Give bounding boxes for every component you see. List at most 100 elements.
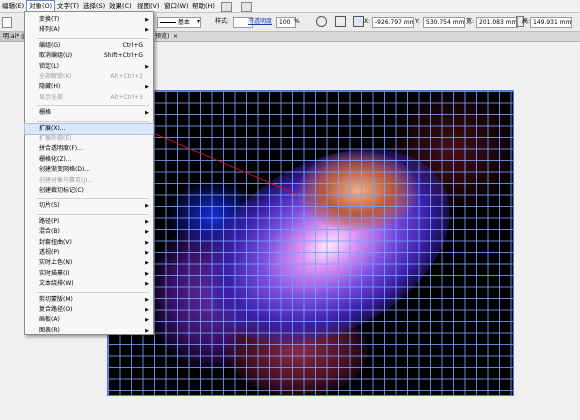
artwork-mosaic[interactable]: [107, 90, 514, 396]
object-menu-item[interactable]: 变换(T) ▶: [25, 15, 153, 25]
menu-item-label: 创建裁切标记(C): [39, 187, 84, 194]
menu-select[interactable]: 选择(S): [81, 1, 107, 11]
object-menu-item[interactable]: 封套扭曲(V) ▶: [25, 238, 153, 248]
menu-type[interactable]: 文字(T): [55, 1, 81, 11]
submenu-arrow-icon: ▶: [145, 203, 149, 210]
object-menu-item[interactable]: 图表(R) ▶: [25, 326, 153, 336]
menu-edit[interactable]: 编辑(E): [0, 1, 26, 11]
object-menu-item[interactable]: 栅格 ▶: [25, 108, 153, 118]
object-menu-item[interactable]: 混合(B) ▶: [25, 227, 153, 237]
object-menu-item[interactable]: 编组(G) Ctrl+G: [25, 41, 153, 51]
y-label: Y:: [415, 18, 420, 25]
menu-window[interactable]: 窗口(W): [162, 1, 191, 11]
submenu-arrow-icon: ▶: [145, 63, 149, 70]
object-menu-dropdown: 变换(T) ▶ 排列(A) ▶ 编组(G) Ctrl+G 取消编组(U) Shift+Ctrl…: [24, 11, 154, 335]
submenu-arrow-icon: ▶: [145, 17, 149, 23]
stroke-dropdown-icon[interactable]: ▾: [197, 17, 200, 27]
submenu-arrow-icon: ▶: [145, 307, 149, 313]
object-menu-item[interactable]: 取消编组(U) Shift+Ctrl+G: [25, 51, 153, 61]
stroke-style-label: 基本: [177, 19, 190, 26]
submenu-arrow-icon: ▶: [145, 229, 149, 236]
menu-item-label: 排列(A): [39, 26, 60, 34]
menu-item-label: 切片(S): [39, 202, 60, 210]
submenu-arrow-icon: ▶: [145, 260, 149, 267]
menu-item-label: 扩展(X)...: [39, 124, 66, 132]
submenu-arrow-icon: ▶: [145, 250, 149, 256]
menu-item-shortcut: Alt+Ctrl+2: [110, 73, 143, 80]
object-menu-item[interactable]: 画板(A) ▶: [25, 315, 153, 325]
style-label: 样式:: [215, 18, 230, 25]
object-menu-item[interactable]: 栅格化(Z)...: [25, 155, 153, 165]
menu-item-label: 锁定(L): [39, 62, 60, 70]
menu-item-label: 创建渐变网格(D)...: [39, 166, 91, 174]
submenu-arrow-icon: ▶: [145, 270, 149, 277]
menu-item-label: 剪切蒙版(M): [39, 295, 73, 303]
menu-item-label: 复合路径(O): [39, 306, 73, 313]
recolor-icon[interactable]: [316, 16, 327, 27]
close-tab-icon[interactable]: ×: [170, 32, 182, 41]
opacity-input[interactable]: 100: [276, 17, 296, 28]
object-menu-item[interactable]: 路径(P) ▶: [25, 217, 153, 227]
x-input[interactable]: -926.797 mm: [372, 17, 414, 28]
menu-item-label: 编组(G): [39, 41, 61, 49]
object-menu-item[interactable]: 隐藏(H) ▶: [25, 82, 153, 92]
object-menu-item[interactable]: 创建渐变网格(D)...: [25, 165, 153, 175]
stroke-line-icon: [160, 22, 176, 23]
h-label: 高:: [522, 18, 531, 25]
w-input[interactable]: 201.083 mm: [476, 17, 518, 28]
menu-separator: [37, 105, 149, 107]
menu-effect[interactable]: 效果(C): [107, 1, 134, 11]
x-label: X:: [364, 18, 371, 25]
object-menu-item[interactable]: 透视(P) ▶: [25, 248, 153, 258]
orange-glow: [298, 151, 418, 231]
stroke-profile-select[interactable]: 基本: [157, 17, 201, 28]
submenu-arrow-icon: ▶: [145, 281, 149, 288]
object-menu-item[interactable]: 文本绕排(W) ▶: [25, 279, 153, 289]
menu-item-label: 栅格化(Z)...: [39, 155, 72, 163]
object-menu-item: 创建对象马赛克(J)...: [25, 176, 153, 186]
menu-help[interactable]: 帮助(H): [190, 1, 217, 11]
menu-item-label: 画板(A): [39, 316, 60, 324]
menu-item-shortcut: Ctrl+G: [122, 41, 143, 49]
menu-item-label: 路径(P): [39, 217, 60, 225]
opacity-link[interactable]: 不透明度: [248, 17, 272, 27]
transform-reference-icon[interactable]: [353, 16, 364, 27]
object-menu-item[interactable]: 创建裁切标记(C): [25, 186, 153, 196]
menu-item-label: 封套扭曲(V): [39, 238, 72, 246]
menu-item-label: 透视(P): [39, 249, 60, 256]
menu-item-label: 混合(B): [39, 228, 60, 236]
menu-item-label: 实时上色(N): [39, 259, 73, 267]
submenu-arrow-icon: ▶: [145, 110, 149, 117]
menu-item-shortcut: Shift+Ctrl+G: [103, 52, 143, 60]
menu-separator: [37, 198, 149, 200]
menu-separator: [37, 291, 149, 293]
menu-item-label: 取消编组(U): [39, 52, 73, 60]
menu-item-label: 创建对象马赛克(J)...: [39, 176, 94, 184]
arrange-documents-icon[interactable]: [241, 2, 252, 12]
object-menu-item[interactable]: 扩展(X)...: [24, 122, 154, 135]
submenu-arrow-icon: ▶: [145, 239, 149, 246]
object-menu-item[interactable]: 复合路径(O) ▶: [25, 305, 153, 315]
object-menu-item[interactable]: 切片(S) ▶: [25, 201, 153, 211]
menu-item-label: 图表(R): [39, 326, 60, 334]
menu-item-label: 全部解锁(K): [39, 73, 72, 80]
object-menu-item[interactable]: 剪切蒙版(M) ▶: [25, 295, 153, 305]
object-menu-item: 全部解锁(K) Alt+Ctrl+2: [25, 72, 153, 82]
workspace-icon[interactable]: [221, 2, 232, 12]
menu-separator: [37, 213, 149, 215]
h-input[interactable]: 149.931 mm: [530, 17, 572, 28]
menu-item-label: 文本绕排(W): [39, 280, 74, 288]
align-icon[interactable]: [335, 16, 346, 27]
w-label: 宽:: [466, 18, 475, 25]
object-menu-item[interactable]: 实时描摹(I) ▶: [25, 269, 153, 279]
y-input[interactable]: 530.754 mm: [423, 17, 465, 28]
object-menu-item[interactable]: 实时上色(N) ▶: [25, 258, 153, 268]
menu-view[interactable]: 视图(V): [135, 1, 162, 11]
submenu-arrow-icon: ▶: [145, 327, 149, 334]
submenu-arrow-icon: ▶: [145, 84, 149, 91]
object-menu-item[interactable]: 排列(A) ▶: [25, 25, 153, 35]
menu-item-label: 拼合透明度(F)...: [39, 145, 83, 153]
object-menu-item[interactable]: 拼合透明度(F)...: [25, 144, 153, 154]
fill-swatch-icon[interactable]: [2, 17, 12, 28]
object-menu-item[interactable]: 锁定(L) ▶: [25, 62, 153, 72]
